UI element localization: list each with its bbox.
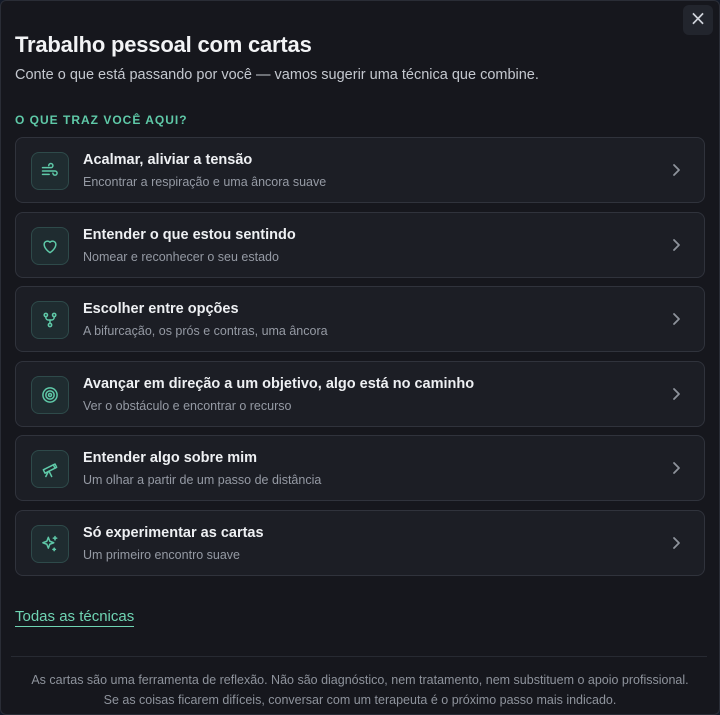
target-icon — [31, 375, 69, 414]
chevron-right-icon — [673, 387, 680, 400]
close-button[interactable]: × — [683, 5, 713, 35]
section-label: O QUE TRAZ VOCÊ AQUI? — [15, 113, 188, 127]
telescope-icon — [31, 450, 69, 489]
option-subtitle: A bifurcação, os prós e contras, uma ânc… — [83, 324, 328, 339]
disclaimer: As cartas são uma ferramenta de reflexão… — [1, 670, 719, 710]
option-title: Entender o que estou sentindo — [83, 226, 296, 243]
all-techniques-link[interactable]: Todas as técnicas — [15, 608, 135, 627]
disclaimer-line-1: As cartas são uma ferramenta de reflexão… — [31, 673, 689, 687]
heart-icon — [31, 226, 69, 265]
option-title: Só experimentar as cartas — [83, 524, 264, 541]
chevron-right-icon — [673, 537, 680, 549]
option-calm[interactable]: Acalmar, aliviar a tensão Encontrar a re… — [15, 137, 705, 203]
option-subtitle: Encontrar a respiração e uma âncora suav… — [83, 175, 327, 189]
option-subtitle: Um primeiro encontro suave — [83, 547, 241, 562]
option-choose[interactable]: Escolher entre opções A bifurcação, os p… — [15, 286, 705, 353]
disclaimer-line-2: Se as coisas ficarem difíceis, conversar… — [103, 693, 617, 707]
option-title: Avançar em direção a um objetivo, algo e… — [83, 375, 475, 392]
chevron-right-icon — [673, 164, 680, 176]
chevron-right-icon — [673, 462, 680, 475]
option-title: Escolher entre opções — [83, 301, 239, 318]
option-list: Acalmar, aliviar a tensão Encontrar a re… — [15, 137, 705, 585]
option-self[interactable]: Entender algo sobre mim Um olhar a parti… — [15, 435, 705, 502]
divider — [11, 656, 707, 657]
option-title: Entender algo sobre mim — [83, 450, 258, 467]
sparkles-icon — [31, 524, 69, 563]
chevron-right-icon — [673, 238, 680, 251]
modal-title: Trabalho pessoal com cartas — [15, 32, 312, 57]
modal-subtitle: Conte o que está passando por você — vam… — [15, 67, 539, 83]
option-subtitle: Ver o obstáculo e encontrar o recurso — [83, 398, 292, 413]
chevron-right-icon — [673, 313, 680, 326]
git-fork-icon — [31, 301, 69, 340]
technique-picker-modal: × Trabalho pessoal com cartas Conte o qu… — [0, 0, 720, 715]
option-goal[interactable]: Avançar em direção a um objetivo, algo e… — [15, 360, 705, 427]
option-subtitle: Um olhar a partir de um passo de distânc… — [83, 473, 322, 488]
option-subtitle: Nomear e reconhecer o seu estado — [83, 249, 279, 264]
option-title: Acalmar, aliviar a tensão — [83, 152, 253, 168]
option-try[interactable]: Só experimentar as cartas Um primeiro en… — [15, 509, 705, 576]
wind-icon — [31, 152, 69, 190]
option-feelings[interactable]: Entender o que estou sentindo Nomear e r… — [15, 211, 705, 278]
